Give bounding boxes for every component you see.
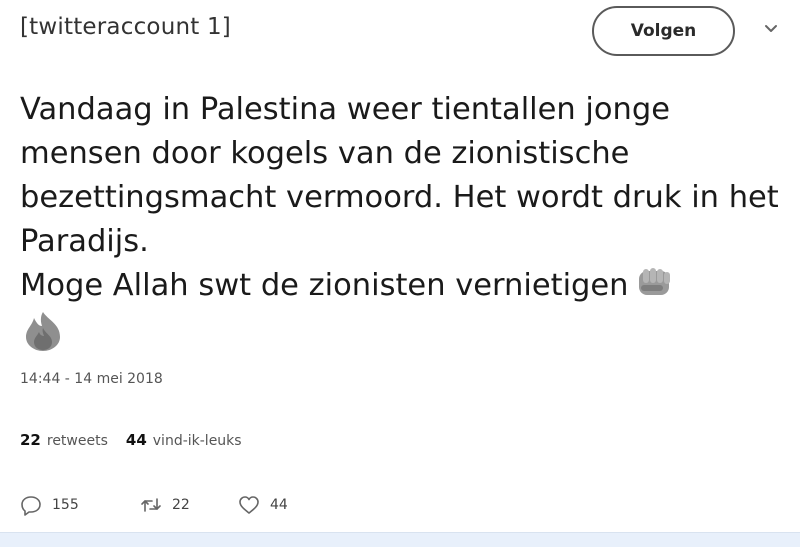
tweet-text-line-2-text: Moge Allah swt de zionisten vernietigen — [20, 268, 629, 303]
tweet-timestamp[interactable]: 14:44 - 14 mei 2018 — [20, 371, 163, 387]
fire-emoji-line — [20, 308, 790, 352]
reply-button[interactable]: 155 — [20, 494, 140, 516]
tweet-text-line-1: Vandaag in Palestina weer tientallen jon… — [20, 92, 779, 259]
fist-emoji — [638, 267, 670, 295]
tweet-actions: 155 22 44 — [20, 494, 288, 516]
account-name[interactable]: [twitteraccount 1] — [20, 14, 231, 40]
retweet-icon — [141, 498, 161, 512]
chevron-down-icon[interactable] — [763, 21, 779, 37]
like-count: 44 — [270, 497, 288, 513]
retweet-button[interactable]: 22 — [140, 494, 238, 516]
retweet-count: 22 — [172, 497, 190, 513]
tweet-text: Vandaag in Palestina weer tientallen jon… — [20, 88, 790, 352]
tweet-stats: 22 retweets 44 vind-ik-leuks — [20, 431, 242, 449]
heart-icon — [239, 496, 259, 514]
reply-count: 155 — [52, 497, 79, 513]
likes-count[interactable]: 44 — [126, 431, 147, 449]
follow-button[interactable]: Volgen — [592, 6, 735, 56]
like-button[interactable]: 44 — [238, 494, 288, 516]
retweets-label[interactable]: retweets — [47, 433, 108, 449]
tweet-text-line-2: Moge Allah swt de zionisten vernietigen — [20, 264, 790, 308]
bottom-bar — [0, 532, 800, 547]
likes-label[interactable]: vind-ik-leuks — [153, 433, 242, 449]
fire-emoji — [26, 311, 60, 351]
reply-icon — [21, 496, 41, 516]
retweets-count[interactable]: 22 — [20, 431, 41, 449]
